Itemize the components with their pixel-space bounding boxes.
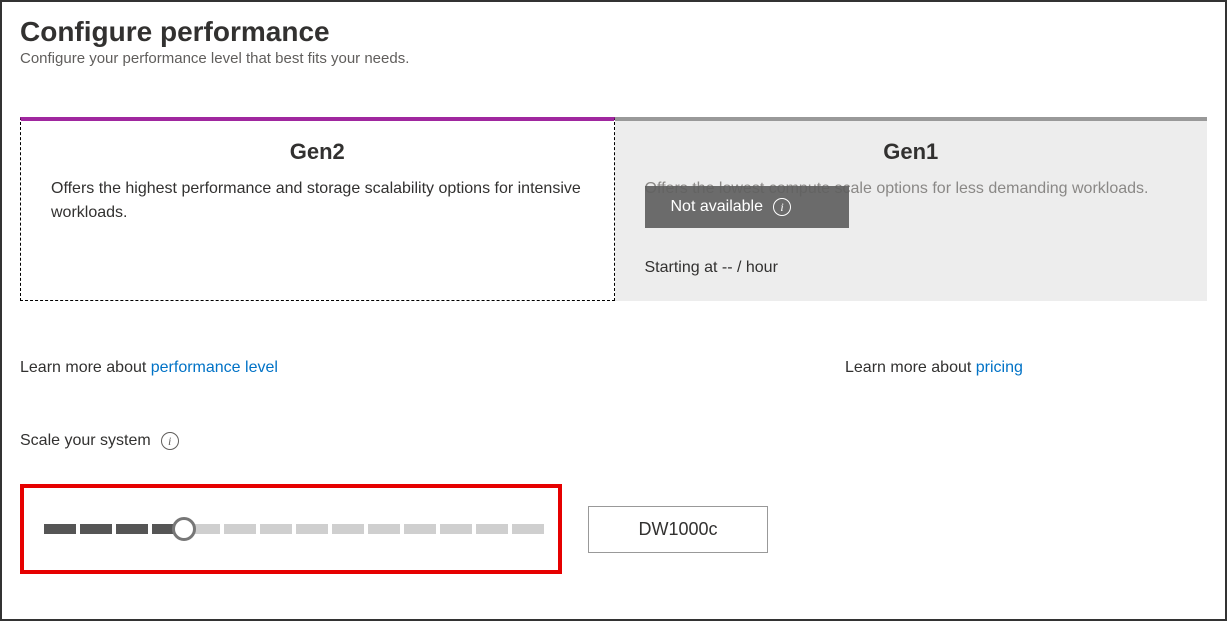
performance-level-link[interactable]: performance level <box>151 359 278 376</box>
tier-gen1[interactable]: Gen1 Offers the lowest compute scale opt… <box>615 117 1208 301</box>
info-icon[interactable]: i <box>161 432 179 450</box>
pricing-link[interactable]: pricing <box>976 359 1023 376</box>
tier-gen2[interactable]: Gen2 Offers the highest performance and … <box>20 117 615 301</box>
learn-more-row: Learn more about performance level Learn… <box>20 359 1207 377</box>
slider-segment <box>224 524 256 534</box>
slider-segment <box>44 524 76 534</box>
slider-segments <box>44 524 544 534</box>
tier-selector: Gen2 Offers the highest performance and … <box>20 117 1207 301</box>
page-subtitle: Configure your performance level that be… <box>20 50 1207 67</box>
slider-segment <box>296 524 328 534</box>
learn-perf: Learn more about performance level <box>20 359 845 377</box>
tier-gen1-starting: Starting at -- / hour <box>645 259 1178 277</box>
slider-segment <box>476 524 508 534</box>
slider-segment <box>332 524 364 534</box>
slider-segment <box>368 524 400 534</box>
slider-segment <box>116 524 148 534</box>
slider-row: DW1000c <box>20 484 1207 574</box>
info-icon: i <box>773 198 791 216</box>
slider-segment <box>404 524 436 534</box>
scale-value-display: DW1000c <box>588 506 768 553</box>
slider-segment <box>80 524 112 534</box>
tier-gen2-desc: Offers the highest performance and stora… <box>51 177 584 225</box>
slider-highlight-box <box>20 484 562 574</box>
scale-slider[interactable] <box>44 524 544 534</box>
not-available-text: Not available <box>671 198 764 216</box>
slider-segment <box>440 524 472 534</box>
scale-label: Scale your system <box>20 432 151 450</box>
learn-price-prefix: Learn more about <box>845 359 976 376</box>
slider-thumb[interactable] <box>172 517 196 541</box>
tier-gen1-title: Gen1 <box>645 139 1178 165</box>
slider-segment <box>512 524 544 534</box>
tier-gen2-title: Gen2 <box>51 139 584 165</box>
page-title: Configure performance <box>20 16 1207 48</box>
learn-price: Learn more about pricing <box>845 359 1207 377</box>
learn-perf-prefix: Learn more about <box>20 359 151 376</box>
scale-label-row: Scale your system i <box>20 432 1207 450</box>
not-available-badge: Not available i <box>645 186 850 228</box>
slider-segment <box>260 524 292 534</box>
